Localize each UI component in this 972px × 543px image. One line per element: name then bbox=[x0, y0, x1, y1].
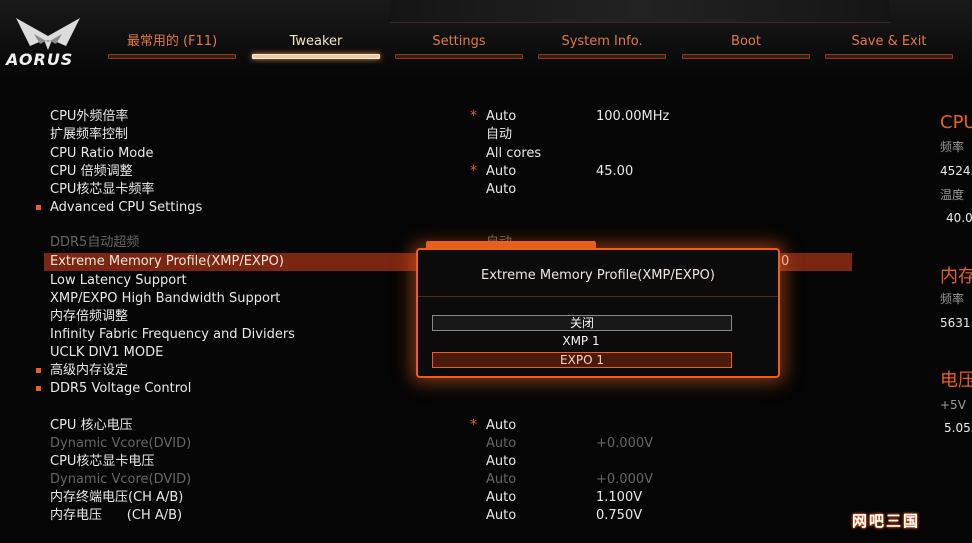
xmp-expo-popup: Extreme Memory Profile(XMP/EXPO) 关闭 XMP … bbox=[416, 248, 780, 378]
setting-current-value: 100.00MHz bbox=[596, 109, 670, 124]
tab-label: 最常用的 (F11) bbox=[126, 34, 218, 49]
cpu-freq-value: 4524. bbox=[940, 164, 972, 178]
tab-favorites[interactable]: 最常用的 (F11) bbox=[108, 33, 236, 59]
cpu-freq-label: 频率 bbox=[940, 140, 965, 154]
setting-current-value: +0.000V bbox=[596, 436, 654, 451]
mem-freq-label: 频率 bbox=[940, 292, 965, 306]
tab-label: Settings bbox=[432, 34, 486, 49]
star-icon: * bbox=[470, 417, 477, 433]
setting-mem-ratio[interactable]: 内存倍频调整 bbox=[50, 308, 128, 325]
setting-ddr5-auto-oc[interactable]: DDR5自动超频 bbox=[50, 234, 139, 251]
tab-label: Save & Exit bbox=[851, 34, 927, 49]
submenu-advanced-memory[interactable]: 高级内存设定 bbox=[50, 362, 128, 379]
submenu-advanced-cpu[interactable]: Advanced CPU Settings bbox=[50, 199, 202, 216]
popup-divider bbox=[418, 296, 778, 297]
tab-tweaker[interactable]: Tweaker bbox=[252, 33, 380, 59]
setting-value[interactable]: Auto bbox=[486, 163, 516, 180]
star-icon: * bbox=[470, 108, 477, 124]
option-xmp1[interactable]: XMP 1 bbox=[432, 334, 730, 348]
tab-label: Tweaker bbox=[289, 34, 343, 49]
mem-freq-value: 5631. bbox=[940, 316, 972, 330]
setting-dynamic-vcore[interactable]: Dynamic Vcore(DVID) bbox=[50, 435, 191, 452]
cpu-temp-label: 温度 bbox=[940, 188, 965, 202]
tab-boot[interactable]: Boot bbox=[682, 33, 810, 59]
star-icon: * bbox=[470, 163, 477, 179]
option-disabled[interactable]: 关闭 bbox=[432, 315, 732, 331]
setting-current-value: 45.00 bbox=[596, 164, 634, 179]
setting-dynamic-vcore-igpu[interactable]: Dynamic Vcore(DVID) bbox=[50, 471, 191, 488]
setting-high-bandwidth[interactable]: XMP/EXPO High Bandwidth Support bbox=[50, 290, 280, 307]
setting-value[interactable]: Auto bbox=[486, 435, 516, 452]
setting-value[interactable]: Auto bbox=[486, 453, 516, 470]
cpu-panel-title: CPU bbox=[940, 112, 972, 133]
setting-current-value: 1.100V bbox=[596, 490, 643, 505]
watermark-text: 网吧三国 bbox=[852, 512, 921, 530]
v5-label: +5V bbox=[940, 398, 966, 412]
submenu-ddr5-voltage[interactable]: DDR5 Voltage Control bbox=[50, 380, 191, 397]
submenu-bullet-icon bbox=[36, 386, 41, 391]
setting-value[interactable]: Auto bbox=[486, 489, 516, 506]
v5-value: 5.055 bbox=[944, 421, 972, 435]
setting-ext-freq-control[interactable]: 扩展频率控制 bbox=[50, 126, 128, 143]
submenu-bullet-icon bbox=[36, 368, 41, 373]
setting-value[interactable]: Auto bbox=[486, 417, 516, 434]
setting-value[interactable]: All cores bbox=[486, 145, 541, 162]
setting-value[interactable]: Auto bbox=[486, 181, 516, 198]
cpu-temp-value: 40.0 bbox=[946, 211, 972, 225]
setting-low-latency[interactable]: Low Latency Support bbox=[50, 272, 187, 289]
tab-system-info[interactable]: System Info. bbox=[538, 33, 666, 59]
setting-value[interactable]: Auto bbox=[486, 108, 516, 125]
setting-value[interactable]: Auto bbox=[486, 471, 516, 488]
setting-current-value: 0.750V bbox=[596, 508, 643, 523]
setting-igpu-freq[interactable]: CPU核芯显卡频率 bbox=[50, 181, 154, 198]
setting-uclk-div1[interactable]: UCLK DIV1 MODE bbox=[50, 344, 163, 361]
top-decoration bbox=[390, 0, 890, 23]
setting-cpu-vcore[interactable]: CPU 核心电压 bbox=[50, 417, 133, 434]
setting-value[interactable]: 自动 bbox=[486, 126, 512, 143]
setting-mem-voltage[interactable]: 内存电压 (CH A/B) bbox=[50, 507, 182, 524]
setting-cpu-base-clock[interactable]: CPU外频倍率 bbox=[50, 108, 128, 125]
voltage-panel-title: 电压 bbox=[940, 370, 972, 391]
memory-panel-title: 内存 bbox=[940, 266, 972, 287]
setting-cpu-ratio-adjust[interactable]: CPU 倍频调整 bbox=[50, 163, 133, 180]
setting-infinity-fabric[interactable]: Infinity Fabric Frequency and Dividers bbox=[50, 326, 295, 343]
setting-cpu-ratio-mode[interactable]: CPU Ratio Mode bbox=[50, 145, 154, 162]
tab-save-exit[interactable]: Save & Exit bbox=[825, 33, 953, 59]
setting-current-value: +0.000V bbox=[596, 472, 654, 487]
tab-label: Boot bbox=[731, 34, 761, 49]
tab-settings[interactable]: Settings bbox=[395, 33, 523, 59]
setting-value[interactable]: Auto bbox=[486, 507, 516, 524]
setting-mem-vtt[interactable]: 内存终端电压(CH A/B) bbox=[50, 489, 183, 506]
option-expo1[interactable]: EXPO 1 bbox=[432, 352, 732, 368]
popup-title: Extreme Memory Profile(XMP/EXPO) bbox=[481, 268, 715, 283]
setting-igpu-voltage[interactable]: CPU核芯显卡电压 bbox=[50, 453, 154, 470]
brand-logo-text: AORUS bbox=[6, 50, 74, 69]
bios-screen: AORUS 最常用的 (F11) Tweaker Settings System… bbox=[0, 0, 972, 543]
tab-label: System Info. bbox=[561, 34, 643, 49]
submenu-bullet-icon bbox=[36, 205, 41, 210]
setting-xmp-expo[interactable]: Extreme Memory Profile(XMP/EXPO) bbox=[50, 253, 284, 271]
